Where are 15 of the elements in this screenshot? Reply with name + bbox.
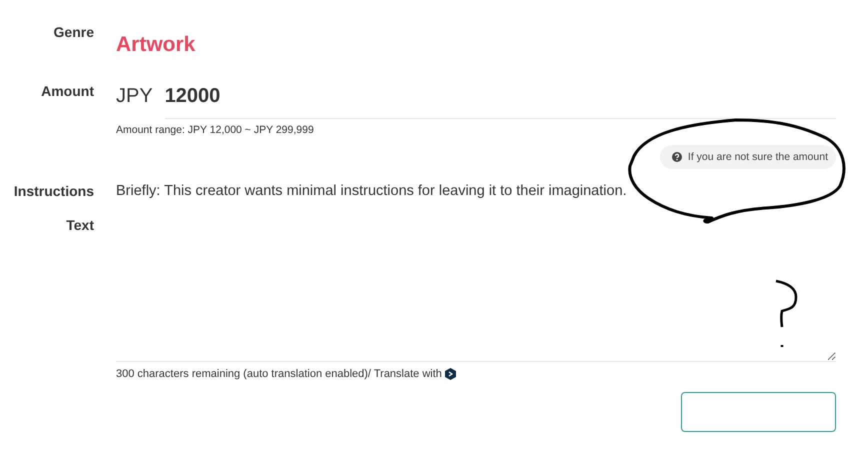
field-label: Text xyxy=(66,217,94,233)
amount-field[interactable]: 12000 xyxy=(164,85,836,119)
field-label: Instructions xyxy=(14,183,94,199)
question-icon xyxy=(672,152,682,162)
outlined-button[interactable] xyxy=(681,392,836,432)
amount-range-text: Amount range: JPY 12,000 ~ JPY 299,999 xyxy=(116,124,314,136)
field-label: Amount xyxy=(41,83,94,99)
field-label: Genre xyxy=(54,24,94,40)
instructions-text: Briefly: This creator wants minimal instructions for leaving it to their imagination. xyxy=(116,183,628,199)
genre-value: Artwork xyxy=(116,33,196,57)
question-mark-scribble-drawing xyxy=(774,279,800,347)
translator-logo-icon xyxy=(444,368,456,380)
character-counter: 300 characters remaining (auto translation enabled)/ Translate with xyxy=(116,368,442,380)
amount-help-button[interactable]: If you are not sure the amount xyxy=(660,145,836,169)
currency-label: JPY xyxy=(116,85,153,108)
